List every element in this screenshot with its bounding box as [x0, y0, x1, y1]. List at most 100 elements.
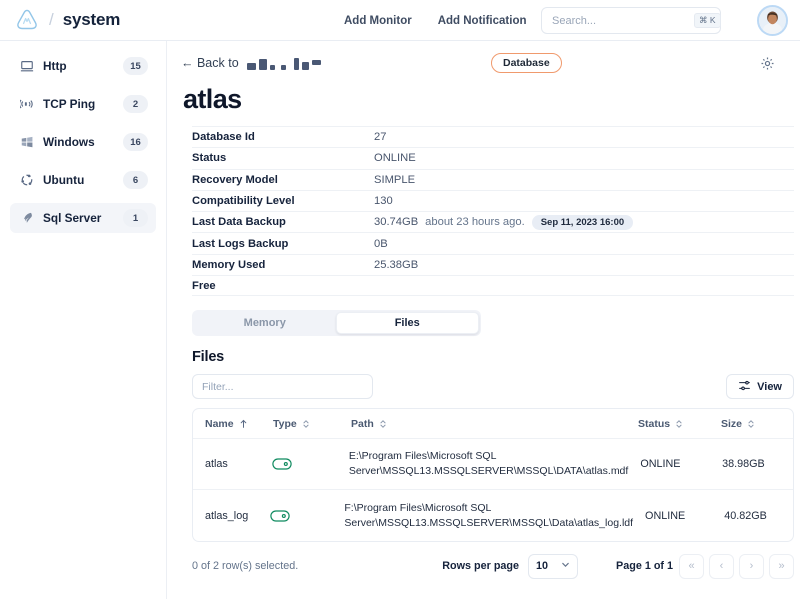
status-badge[interactable]: Database	[491, 53, 562, 73]
column-header-name[interactable]: Name	[193, 418, 273, 430]
database-file-icon	[272, 458, 349, 470]
detail-key: Recovery Model	[192, 174, 374, 186]
sidebar-count: 6	[123, 171, 148, 189]
sort-toggle-icon	[302, 419, 310, 429]
windows-icon	[19, 135, 34, 150]
app-logo-icon	[14, 7, 40, 33]
sidebar-label: Windows	[43, 135, 123, 149]
body: Http 15 TCP Ping 2	[0, 41, 800, 599]
detail-value-text: 27	[374, 131, 386, 143]
page-title: atlas	[183, 84, 786, 115]
detail-key: Compatibility Level	[192, 195, 374, 207]
sliders-icon	[738, 379, 751, 395]
table-header: Name Type Path	[193, 409, 793, 439]
monitor-icon	[19, 59, 34, 74]
sidebar-item-windows[interactable]: Windows 16	[10, 127, 156, 157]
search-shortcut-badge: ⌘ K	[694, 13, 721, 28]
column-label: Status	[638, 418, 670, 430]
detail-key: Status	[192, 152, 374, 164]
search-box[interactable]: ⌘ K	[541, 7, 721, 34]
avatar[interactable]	[757, 5, 788, 36]
detail-value: ONLINE	[374, 152, 416, 164]
section-title: Files	[192, 349, 786, 365]
tab-files[interactable]: Files	[336, 312, 480, 334]
timestamp-badge: Sep 11, 2023 16:00	[532, 215, 633, 231]
next-page-button[interactable]: ›	[739, 554, 764, 579]
detail-value: 27	[374, 131, 386, 143]
sidebar-label: Sql Server	[43, 211, 123, 225]
sidebar-count: 15	[123, 57, 148, 75]
column-header-size[interactable]: Size	[721, 418, 793, 430]
sidebar-item-http[interactable]: Http 15	[10, 51, 156, 81]
sidebar-item-ubuntu[interactable]: Ubuntu 6	[10, 165, 156, 195]
sidebar-item-sql-server[interactable]: Sql Server 1	[10, 203, 156, 233]
tab-memory[interactable]: Memory	[194, 312, 336, 334]
add-notification-link[interactable]: Add Notification	[438, 15, 527, 27]
column-label: Path	[351, 418, 374, 430]
cell-size: 38.98GB	[722, 458, 793, 470]
view-button[interactable]: View	[726, 374, 794, 399]
broadcast-icon	[19, 97, 34, 112]
column-header-type[interactable]: Type	[273, 418, 351, 430]
pagination: « ‹ › »	[679, 554, 794, 579]
detail-value-text: ONLINE	[374, 152, 416, 164]
add-monitor-link[interactable]: Add Monitor	[344, 15, 412, 27]
cell-type	[272, 458, 349, 470]
table-row[interactable]: atlas E:\Program Files\Microsoft SQL Ser…	[193, 439, 793, 490]
rows-per-page-select[interactable]: 10	[528, 554, 578, 579]
chevron-down-icon	[561, 560, 570, 572]
prev-page-button[interactable]: ‹	[709, 554, 734, 579]
column-header-status[interactable]: Status	[638, 418, 721, 430]
sidebar-item-tcp-ping[interactable]: TCP Ping 2	[10, 89, 156, 119]
rows-per-page-label: Rows per page	[442, 560, 519, 572]
detail-value-text: SIMPLE	[374, 174, 415, 186]
sidebar-count: 2	[123, 95, 148, 113]
user-avatar-image	[759, 7, 786, 34]
cell-path: E:\Program Files\Microsoft SQL Server\MS…	[349, 449, 641, 479]
rows-per-page-value: 10	[536, 560, 548, 572]
filter-input[interactable]	[192, 374, 373, 399]
detail-key: Database Id	[192, 131, 374, 143]
detail-key: Last Data Backup	[192, 216, 374, 228]
detail-value: 25.38GB	[374, 259, 418, 271]
detail-key: Memory Used	[192, 259, 374, 271]
search-input[interactable]	[552, 15, 694, 27]
detail-value-text: 25.38GB	[374, 259, 418, 271]
back-link[interactable]: ← Back to	[181, 56, 321, 70]
detail-row: Last Logs Backup 0B	[192, 232, 794, 253]
ubuntu-icon	[19, 173, 34, 188]
brand-name: system	[63, 10, 120, 30]
cell-type	[270, 510, 344, 522]
sidebar-count: 16	[123, 133, 148, 151]
first-page-button[interactable]: «	[679, 554, 704, 579]
brand[interactable]: / system	[14, 7, 120, 33]
gear-icon[interactable]	[756, 52, 778, 74]
sort-toggle-icon	[747, 419, 755, 429]
detail-row: Recovery Model SIMPLE	[192, 169, 794, 190]
sidebar: Http 15 TCP Ping 2	[0, 41, 167, 599]
selection-status: 0 of 2 row(s) selected.	[192, 560, 298, 572]
cell-name: atlas	[193, 458, 272, 470]
cell-status: ONLINE	[645, 510, 724, 522]
top-nav: Add Monitor Add Notification	[344, 0, 527, 41]
table-footer: 0 of 2 row(s) selected. Rows per page 10…	[192, 553, 794, 579]
cell-path: F:\Program Files\Microsoft SQL Server\MS…	[344, 501, 645, 531]
detail-value: 30.74GB about 23 hours ago. Sep 11, 2023…	[374, 215, 633, 231]
cell-status: ONLINE	[640, 458, 722, 470]
last-page-button[interactable]: »	[769, 554, 794, 579]
table-toolbar: View	[192, 374, 794, 399]
detail-row: Compatibility Level 130	[192, 190, 794, 211]
cell-size: 40.82GB	[724, 510, 793, 522]
column-header-path[interactable]: Path	[351, 418, 638, 430]
column-label: Size	[721, 418, 742, 430]
detail-value: 0B	[374, 238, 388, 250]
table-row[interactable]: atlas_log F:\Program Files\Microsoft SQL…	[193, 490, 793, 541]
sidebar-label: Ubuntu	[43, 173, 123, 187]
detail-value-text: 130	[374, 195, 393, 207]
detail-value-text: 0B	[374, 238, 388, 250]
sidebar-count: 1	[123, 209, 148, 227]
main-content: ← Back to Database atlas Database Id 2	[167, 41, 800, 599]
sort-toggle-icon	[675, 419, 683, 429]
detail-row: Memory Used 25.38GB	[192, 254, 794, 275]
sidebar-label: TCP Ping	[43, 97, 123, 111]
